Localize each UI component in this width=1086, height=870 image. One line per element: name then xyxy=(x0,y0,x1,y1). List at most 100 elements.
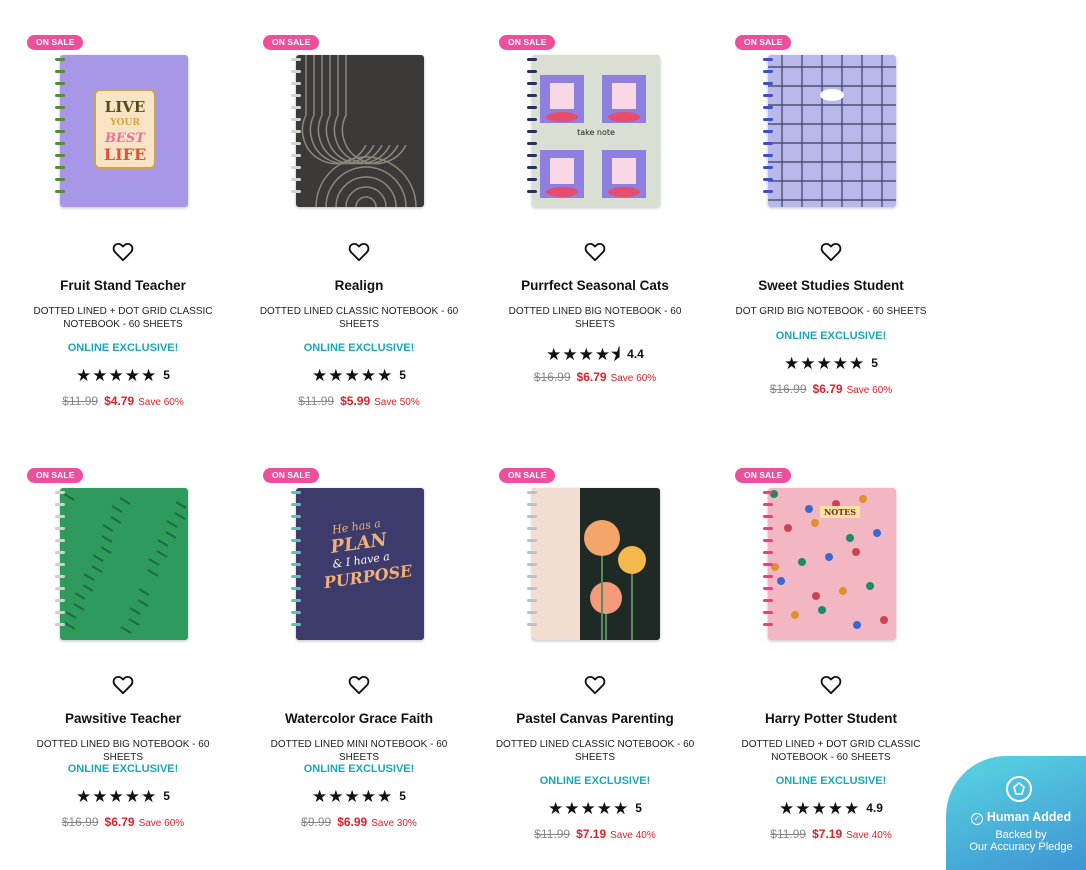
rating[interactable]: ★★★★★ 5 xyxy=(0,366,246,386)
rating-value: 5 xyxy=(635,801,642,815)
online-exclusive-label: ONLINE EXCLUSIVE! xyxy=(67,763,179,775)
sale-price: $6.79 xyxy=(576,370,607,384)
product-title[interactable]: Harry Potter Student xyxy=(708,711,954,726)
product-card[interactable]: ON SALE Realign DOTTED LINED CLASSIC NOTEB… xyxy=(236,0,472,420)
product-card[interactable]: ON SALE NOTES Harry Potter Student DOTTED L… xyxy=(708,433,944,853)
product-card[interactable]: ON SALE Pastel Canvas Parenting DOTTED LIN… xyxy=(472,433,708,853)
product-image[interactable] xyxy=(60,488,188,640)
wishlist-heart-icon[interactable] xyxy=(348,242,370,262)
sale-price: $4.79 xyxy=(104,394,135,408)
binder-rings xyxy=(55,58,65,206)
original-price: $9.99 xyxy=(301,815,332,829)
rating[interactable]: ★★★★★ 4.9 xyxy=(708,799,954,819)
online-exclusive-label: ONLINE EXCLUSIVE! xyxy=(775,330,887,342)
wishlist-heart-icon[interactable] xyxy=(112,675,134,695)
wishlist-heart-icon[interactable] xyxy=(820,675,842,695)
on-sale-badge: ON SALE xyxy=(499,35,556,50)
price-block: $9.99 $6.99 Save 30% xyxy=(236,815,482,829)
cover-text: LIFE xyxy=(103,145,147,164)
rating-value: 5 xyxy=(871,356,878,370)
original-price: $16.99 xyxy=(769,382,807,396)
price-block: $16.99 $6.79 Save 60% xyxy=(708,382,954,396)
wishlist-heart-icon[interactable] xyxy=(584,675,606,695)
product-title[interactable]: Sweet Studies Student xyxy=(708,278,954,293)
product-title[interactable]: Pawsitive Teacher xyxy=(0,711,246,726)
pledge-badge-icon xyxy=(1006,776,1032,802)
star-rating-icon: ★★★★⯨ xyxy=(546,345,622,364)
product-description: DOTTED LINED BIG NOTEBOOK - 60 SHEETS xyxy=(36,739,210,763)
sale-price: $7.19 xyxy=(576,827,607,841)
on-sale-badge: ON SALE xyxy=(499,468,556,483)
cover-pattern xyxy=(301,55,417,207)
sale-price: $6.79 xyxy=(104,815,135,829)
cover-pattern: take note xyxy=(540,75,646,198)
cover-pattern xyxy=(63,493,187,634)
price-block: $16.99 $6.79 Save 60% xyxy=(0,815,246,829)
sale-price: $6.79 xyxy=(812,382,843,396)
star-rating-icon: ★★★★★ xyxy=(312,787,394,806)
on-sale-badge: ON SALE xyxy=(735,468,792,483)
product-card[interactable]: ON SALE LIVE YOUR BEST LIFE Fruit Stand Teach… xyxy=(0,0,236,420)
pledge-subtitle: Backed by Our Accuracy Pledge xyxy=(946,829,1086,853)
product-description: DOT GRID BIG NOTEBOOK - 60 SHEETS xyxy=(735,306,927,317)
binder-rings xyxy=(55,491,65,639)
product-title[interactable]: Purrfect Seasonal Cats xyxy=(472,278,718,293)
cover-text: take note xyxy=(577,128,615,137)
accuracy-pledge-widget[interactable]: ✓ Human Added Backed by Our Accuracy Pled… xyxy=(946,756,1086,870)
rating[interactable]: ★★★★★ 5 xyxy=(236,366,482,386)
savings-label: Save 30% xyxy=(371,818,417,829)
rating[interactable]: ★★★★★ 5 xyxy=(708,354,954,374)
product-card[interactable]: ON SALE Sweet Studies Student DOT GRID BIG… xyxy=(708,0,944,420)
star-rating-icon: ★★★★★ xyxy=(784,354,866,373)
star-rating-icon: ★★★★★ xyxy=(312,366,394,385)
product-description: DOTTED LINED BIG NOTEBOOK - 60 SHEETS xyxy=(508,306,682,330)
on-sale-badge: ON SALE xyxy=(263,35,320,50)
wishlist-heart-icon[interactable] xyxy=(584,242,606,262)
cover-pattern xyxy=(532,488,646,640)
product-card[interactable]: ON SALE He has a PLAN & I have a PURPOSE Wate… xyxy=(236,433,472,853)
product-card[interactable]: ON SALE Pawsitive Teacher DOTTED LINED BIG… xyxy=(0,433,236,853)
savings-label: Save 40% xyxy=(846,830,892,841)
product-image[interactable]: NOTES xyxy=(768,488,896,640)
wishlist-heart-icon[interactable] xyxy=(820,242,842,262)
rating-value: 5 xyxy=(399,368,406,382)
rating[interactable]: ★★★★★ 5 xyxy=(0,787,246,807)
binder-rings xyxy=(763,58,773,206)
product-title[interactable]: Realign xyxy=(236,278,482,293)
savings-label: Save 60% xyxy=(610,373,657,384)
original-price: $11.99 xyxy=(534,827,571,841)
rating[interactable]: ★★★★⯨ 4.4 xyxy=(472,342,718,371)
rating-value: 5 xyxy=(163,789,170,803)
wishlist-heart-icon[interactable] xyxy=(112,242,134,262)
product-description: DOTTED LINED CLASSIC NOTEBOOK - 60 SHEET… xyxy=(495,739,695,763)
product-image[interactable]: LIVE YOUR BEST LIFE xyxy=(60,55,188,207)
product-title[interactable]: Watercolor Grace Faith xyxy=(236,711,482,726)
product-image[interactable] xyxy=(532,488,660,640)
rating-value: 5 xyxy=(399,789,406,803)
online-exclusive-label: ONLINE EXCLUSIVE! xyxy=(303,763,415,775)
binder-rings xyxy=(291,58,301,206)
price-block: $16.99 $6.79 Save 60% xyxy=(472,370,718,384)
savings-label: Save 60% xyxy=(138,397,184,408)
wishlist-heart-icon[interactable] xyxy=(348,675,370,695)
product-image[interactable]: He has a PLAN & I have a PURPOSE xyxy=(296,488,424,640)
sale-price: $5.99 xyxy=(340,394,371,408)
star-rating-icon: ★★★★★ xyxy=(76,366,158,385)
product-title[interactable]: Fruit Stand Teacher xyxy=(0,278,246,293)
product-description: DOTTED LINED + DOT GRID CLASSIC NOTEBOOK… xyxy=(33,306,213,330)
savings-label: Save 40% xyxy=(610,830,656,841)
savings-label: Save 60% xyxy=(138,818,185,829)
product-card[interactable]: ON SALE take note Purrfect Seasonal Cats DO… xyxy=(472,0,708,420)
rating[interactable]: ★★★★★ 5 xyxy=(236,787,482,807)
product-title[interactable]: Pastel Canvas Parenting xyxy=(472,711,718,726)
pledge-line-2: Our Accuracy Pledge xyxy=(969,841,1073,853)
product-description: DOTTED LINED CLASSIC NOTEBOOK - 60 SHEET… xyxy=(259,306,459,330)
rating[interactable]: ★★★★★ 5 xyxy=(472,799,718,819)
rating-value: 4.4 xyxy=(627,347,644,361)
product-image[interactable] xyxy=(296,55,424,207)
online-exclusive-label: ONLINE EXCLUSIVE! xyxy=(67,342,179,354)
cover-lettering: He has a PLAN & I have a PURPOSE xyxy=(316,513,414,592)
original-price: $11.99 xyxy=(298,394,335,408)
product-image[interactable]: take note xyxy=(532,55,660,207)
product-image[interactable] xyxy=(768,55,896,207)
